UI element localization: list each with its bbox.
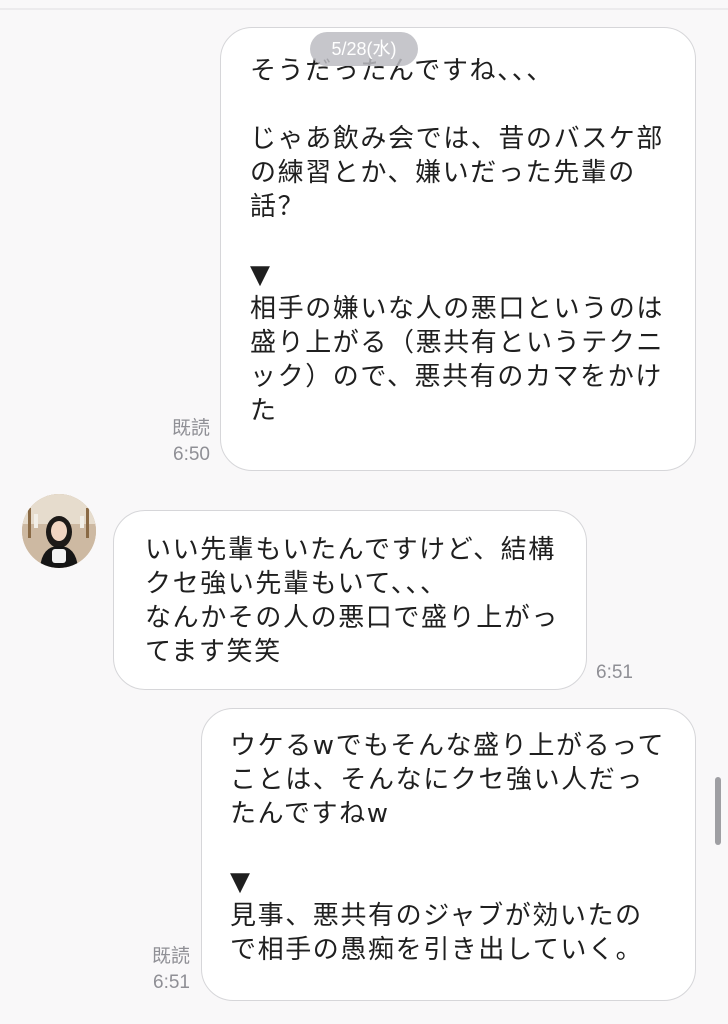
message-bubble-incoming[interactable]: いい先輩もいたんですけど、結構 クセ強い先輩もいて、、、 なんかその人の悪口で盛… (113, 510, 587, 690)
read-label: 既読 (171, 418, 210, 439)
header-divider (0, 8, 728, 10)
message-time: 6:50 (173, 444, 210, 465)
contact-avatar[interactable] (22, 494, 96, 568)
message-text: ウケるwでもそんな盛り上がるって ことは、そんなにクセ強い人だっ たんですねw … (230, 731, 666, 965)
message-text: いい先輩もいたんですけど、結構 クセ強い先輩もいて、、、 なんかその人の悪口で盛… (145, 535, 560, 667)
scrollbar-thumb[interactable] (715, 777, 721, 845)
message-bubble-outgoing[interactable]: ウケるwでもそんな盛り上がるって ことは、そんなにクセ強い人だっ たんですねw … (201, 708, 696, 1001)
message-time: 6:51 (153, 972, 190, 993)
date-separator: 5/28(水) (310, 32, 418, 66)
avatar-photo-icon (22, 494, 96, 568)
read-label: 既読 (151, 946, 190, 967)
message-text: そうだったんですね、、、 じゃあ飲み会では、昔のバスケ部 の練習とか、嫌いだった… (250, 56, 665, 426)
read-status: 既読 6:51 (140, 944, 190, 996)
message-time: 6:51 (596, 662, 633, 683)
message-bubble-outgoing[interactable]: そうだったんですね、、、 じゃあ飲み会では、昔のバスケ部 の練習とか、嫌いだった… (220, 27, 696, 471)
read-status: 既読 6:50 (160, 416, 210, 468)
